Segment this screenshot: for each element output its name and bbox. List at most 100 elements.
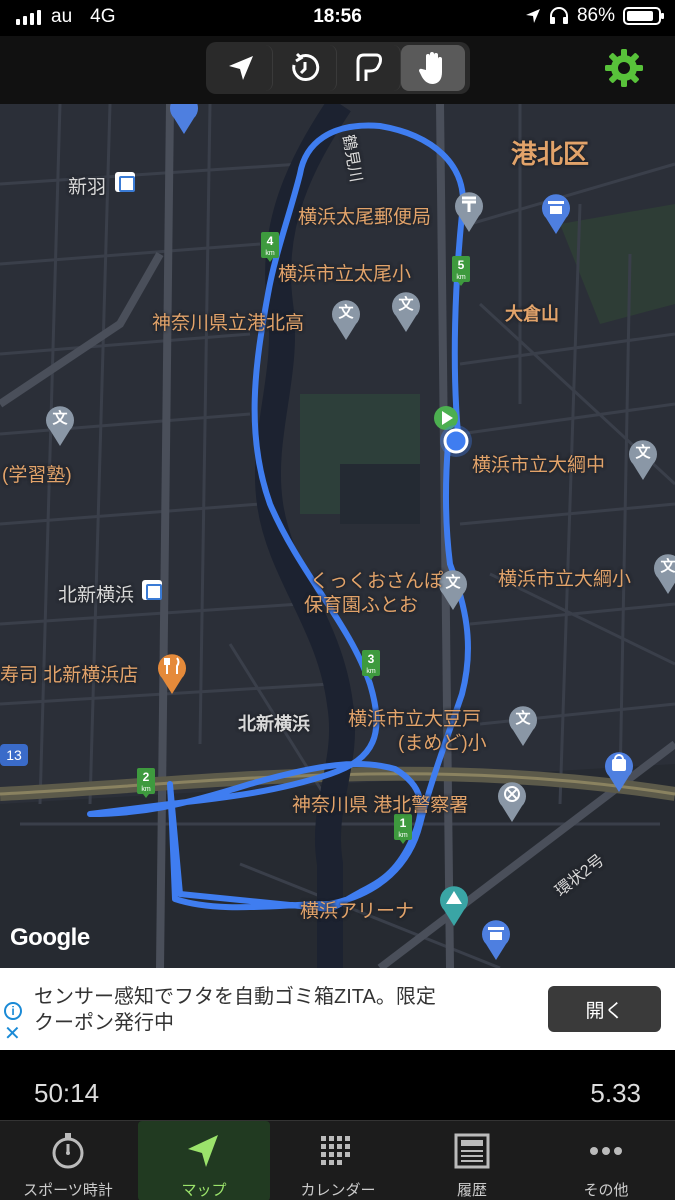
shrine-pin-icon[interactable] xyxy=(480,916,512,960)
km-marker-4: 4 km xyxy=(261,232,279,262)
tab-history[interactable]: 履歴 xyxy=(406,1121,538,1200)
km-marker-5: 5 km xyxy=(452,256,470,286)
svg-text:文: 文 xyxy=(445,573,461,591)
battery-percent: 86% xyxy=(576,5,615,26)
train-station-icon xyxy=(115,172,135,192)
hand-icon xyxy=(418,52,442,84)
route-13-shield: 13 xyxy=(0,744,28,766)
location-arrow-button[interactable] xyxy=(209,45,273,91)
ad-close-icon[interactable]: ✕ xyxy=(4,1024,21,1044)
map-label-okurayama: 大倉山 xyxy=(505,304,559,324)
map-label-nursery-line1: くっくおさんぽ xyxy=(310,571,444,592)
map-arrow-icon xyxy=(188,1135,218,1167)
svg-text:1: 1 xyxy=(400,816,407,830)
svg-text:5: 5 xyxy=(458,258,465,272)
ad-text-line2: クーポン発行中 xyxy=(34,1012,174,1034)
location-arrow-icon xyxy=(228,56,253,80)
svg-text:文: 文 xyxy=(398,295,414,313)
tab-label: スポーツ時計 xyxy=(23,1182,113,1199)
map-label-kitashinyokohama-area: 北新横浜 xyxy=(238,714,310,734)
tab-more[interactable]: その他 xyxy=(540,1121,672,1200)
location-services-icon xyxy=(525,9,540,23)
tab-label: 履歴 xyxy=(456,1182,487,1199)
svg-text:文: 文 xyxy=(52,409,68,427)
route-icon xyxy=(356,53,382,81)
arena-pin-icon[interactable] xyxy=(438,882,470,926)
ad-text: センサー感知でフタを自動ゴミ箱ZITA。限定 クーポン発行中 xyxy=(34,984,436,1036)
svg-text:km: km xyxy=(265,250,275,257)
tab-sports-watch[interactable]: スポーツ時計 xyxy=(2,1121,134,1200)
km-marker-2: 2 km xyxy=(137,768,155,798)
status-right: 86% xyxy=(525,5,664,27)
svg-text:文: 文 xyxy=(660,557,675,575)
place-pin-icon[interactable] xyxy=(168,104,200,134)
svg-text:文: 文 xyxy=(635,443,651,461)
map-base-layer xyxy=(0,104,675,968)
tab-bar: スポーツ時計 マップ カレンダー 履歴 その他 xyxy=(0,1120,675,1200)
map-label-yokohama-arena: 横浜アリーナ xyxy=(300,901,415,922)
more-icon xyxy=(590,1147,622,1155)
svg-text:2: 2 xyxy=(143,770,150,784)
map-label-kohoku-ward: 港北区 xyxy=(511,139,590,169)
map-label-shinba: 新羽 xyxy=(68,177,107,198)
map-label-mamedo-line2: (まめど)小 xyxy=(398,733,487,754)
route-button[interactable] xyxy=(337,45,401,91)
svg-text:文: 文 xyxy=(515,709,531,727)
svg-text:km: km xyxy=(398,832,408,839)
map-toolbar xyxy=(0,36,675,104)
km-marker-3: 3 km xyxy=(362,650,380,680)
calendar-grid-icon xyxy=(321,1136,350,1165)
map-label-nursery-line2: 保育園ふとお xyxy=(304,595,419,616)
ad-banner[interactable]: i ✕ センサー感知でフタを自動ゴミ箱ZITA。限定 クーポン発行中 開く xyxy=(0,968,675,1050)
school-pin-icon[interactable]: 文 xyxy=(652,550,675,594)
map-label-police: 神奈川県 港北警察署 xyxy=(292,795,469,816)
battery-icon xyxy=(623,7,664,25)
km-marker-1: 1 km xyxy=(394,814,412,844)
school-pin-icon[interactable]: 文 xyxy=(507,702,539,746)
shopping-pin-icon[interactable] xyxy=(603,748,635,792)
map-mode-segmented-control xyxy=(206,42,470,94)
tab-label: カレンダー xyxy=(300,1182,376,1199)
history-list-icon xyxy=(454,1133,490,1169)
school-pin-icon[interactable]: 文 xyxy=(390,288,422,332)
settings-gear-button[interactable] xyxy=(604,48,644,88)
map-label-tsunashima-middle: 横浜市立大綱中 xyxy=(472,455,606,476)
map-label-gakushujuku: (学習塾) xyxy=(2,465,72,486)
svg-text:文: 文 xyxy=(338,303,354,321)
shrine-pin-icon[interactable] xyxy=(540,190,572,234)
school-pin-icon[interactable]: 文 xyxy=(627,436,659,480)
tab-label: その他 xyxy=(583,1182,629,1199)
ad-text-line1: センサー感知でフタを自動ゴミ箱ZITA。限定 xyxy=(34,986,436,1008)
map-label-kitashinyokohama-station: 北新横浜 xyxy=(58,585,135,606)
map-label-oo-elementary: 横浜市立太尾小 xyxy=(278,264,412,285)
train-station-icon xyxy=(142,580,162,600)
svg-text:km: km xyxy=(141,786,151,793)
svg-text:3: 3 xyxy=(368,652,375,666)
history-clock-button[interactable] xyxy=(273,45,337,91)
police-pin-icon[interactable] xyxy=(496,778,528,822)
restaurant-pin-icon[interactable] xyxy=(156,650,188,694)
ad-info-icon[interactable]: i xyxy=(4,1002,22,1020)
school-pin-icon[interactable]: 文 xyxy=(44,402,76,446)
map-view[interactable]: 1 km 2 km 3 km 4 km 5 km 文 文 文 文 文 文 文 港北区 新羽… xyxy=(0,104,675,968)
svg-text:km: km xyxy=(366,668,376,675)
map-label-tsunashima-elementary: 横浜市立大綱小 xyxy=(498,569,632,590)
tab-calendar[interactable]: カレンダー xyxy=(272,1121,404,1200)
workout-stats: 50:14 5.33 xyxy=(0,1050,675,1120)
headphones-icon xyxy=(549,7,568,24)
svg-text:km: km xyxy=(456,274,466,281)
google-logo: Google xyxy=(10,924,90,951)
ad-open-button[interactable]: 開く xyxy=(548,986,661,1032)
history-clock-icon xyxy=(291,52,319,81)
map-label-mamedo-line1: 横浜市立大豆戸 xyxy=(348,709,482,730)
tab-label: マップ xyxy=(181,1182,227,1199)
svg-text:4: 4 xyxy=(267,234,274,248)
map-label-kohoku-high: 神奈川県立港北高 xyxy=(152,313,305,334)
school-pin-icon[interactable]: 文 xyxy=(330,296,362,340)
stopwatch-icon xyxy=(52,1133,84,1169)
map-label-sushi: 寿司 北新横浜店 xyxy=(0,665,139,686)
hand-button[interactable] xyxy=(401,45,465,91)
tab-map[interactable]: マップ xyxy=(138,1121,270,1200)
post-office-pin-icon[interactable] xyxy=(453,188,485,232)
status-bar: au 4G 18:56 86% xyxy=(0,0,675,36)
